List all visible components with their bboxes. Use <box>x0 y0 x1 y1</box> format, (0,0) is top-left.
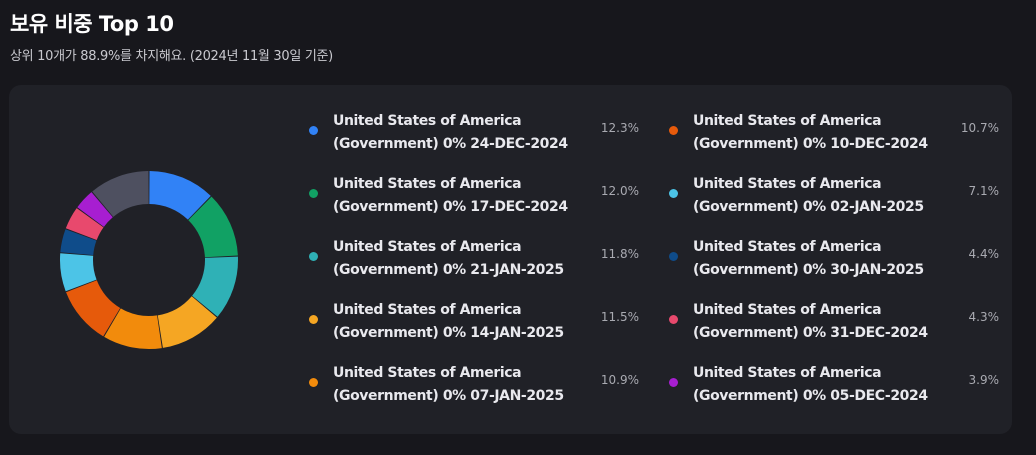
legend-color-dot <box>669 252 678 261</box>
legend-percent: 4.3% <box>968 310 1000 324</box>
legend-color-dot <box>309 189 318 198</box>
legend-color-dot <box>309 315 318 324</box>
legend-percent: 3.9% <box>968 373 1000 387</box>
legend-percent: 10.7% <box>960 121 999 135</box>
legend-item[interactable]: United States of America (Government) 0%… <box>669 299 999 349</box>
legend-color-dot <box>309 252 318 261</box>
page-subtitle: 상위 10개가 88.9%를 차지해요. (2024년 11월 30일 기준) <box>10 49 333 64</box>
legend-color-dot <box>669 189 678 198</box>
legend-label: United States of America (Government) 0%… <box>693 113 928 152</box>
legend-label: United States of America (Government) 0%… <box>333 239 564 278</box>
legend-percent: 7.1% <box>968 184 1000 198</box>
legend-item[interactable]: United States of America (Government) 0%… <box>669 362 999 412</box>
legend-label: United States of America (Government) 0%… <box>693 365 928 404</box>
legend-label: United States of America (Government) 0%… <box>693 302 928 341</box>
legend-item[interactable]: United States of America (Government) 0%… <box>309 299 639 349</box>
legend-percent: 12.3% <box>600 121 639 135</box>
legend-item[interactable]: United States of America (Government) 0%… <box>669 173 999 223</box>
legend-item[interactable]: United States of America (Government) 0%… <box>309 110 639 160</box>
legend-label: United States of America (Government) 0%… <box>333 176 568 215</box>
legend-label: United States of America (Government) 0%… <box>693 176 924 215</box>
legend-percent: 11.5% <box>600 310 639 324</box>
legend-item[interactable]: United States of America (Government) 0%… <box>309 362 639 412</box>
legend-percent: 4.4% <box>968 247 1000 261</box>
legend-item[interactable]: United States of America (Government) 0%… <box>669 236 999 286</box>
legend-label: United States of America (Government) 0%… <box>333 365 564 404</box>
page-title: 보유 비중 Top 10 <box>10 12 174 36</box>
legend-label: United States of America (Government) 0%… <box>693 239 924 278</box>
legend-item[interactable]: United States of America (Government) 0%… <box>309 236 639 286</box>
legend-color-dot <box>669 126 678 135</box>
legend-label: United States of America (Government) 0%… <box>333 113 568 152</box>
donut-chart <box>60 171 238 349</box>
legend-percent: 12.0% <box>600 184 639 198</box>
legend-color-dot <box>669 378 678 387</box>
holdings-card: United States of America (Government) 0%… <box>9 85 1012 434</box>
legend-percent: 10.9% <box>600 373 639 387</box>
legend-item[interactable]: United States of America (Government) 0%… <box>669 110 999 160</box>
legend-color-dot <box>309 378 318 387</box>
legend-label: United States of America (Government) 0%… <box>333 302 564 341</box>
legend-color-dot <box>309 126 318 135</box>
legend-percent: 11.8% <box>600 247 639 261</box>
legend-color-dot <box>669 315 678 324</box>
legend-item[interactable]: United States of America (Government) 0%… <box>309 173 639 223</box>
